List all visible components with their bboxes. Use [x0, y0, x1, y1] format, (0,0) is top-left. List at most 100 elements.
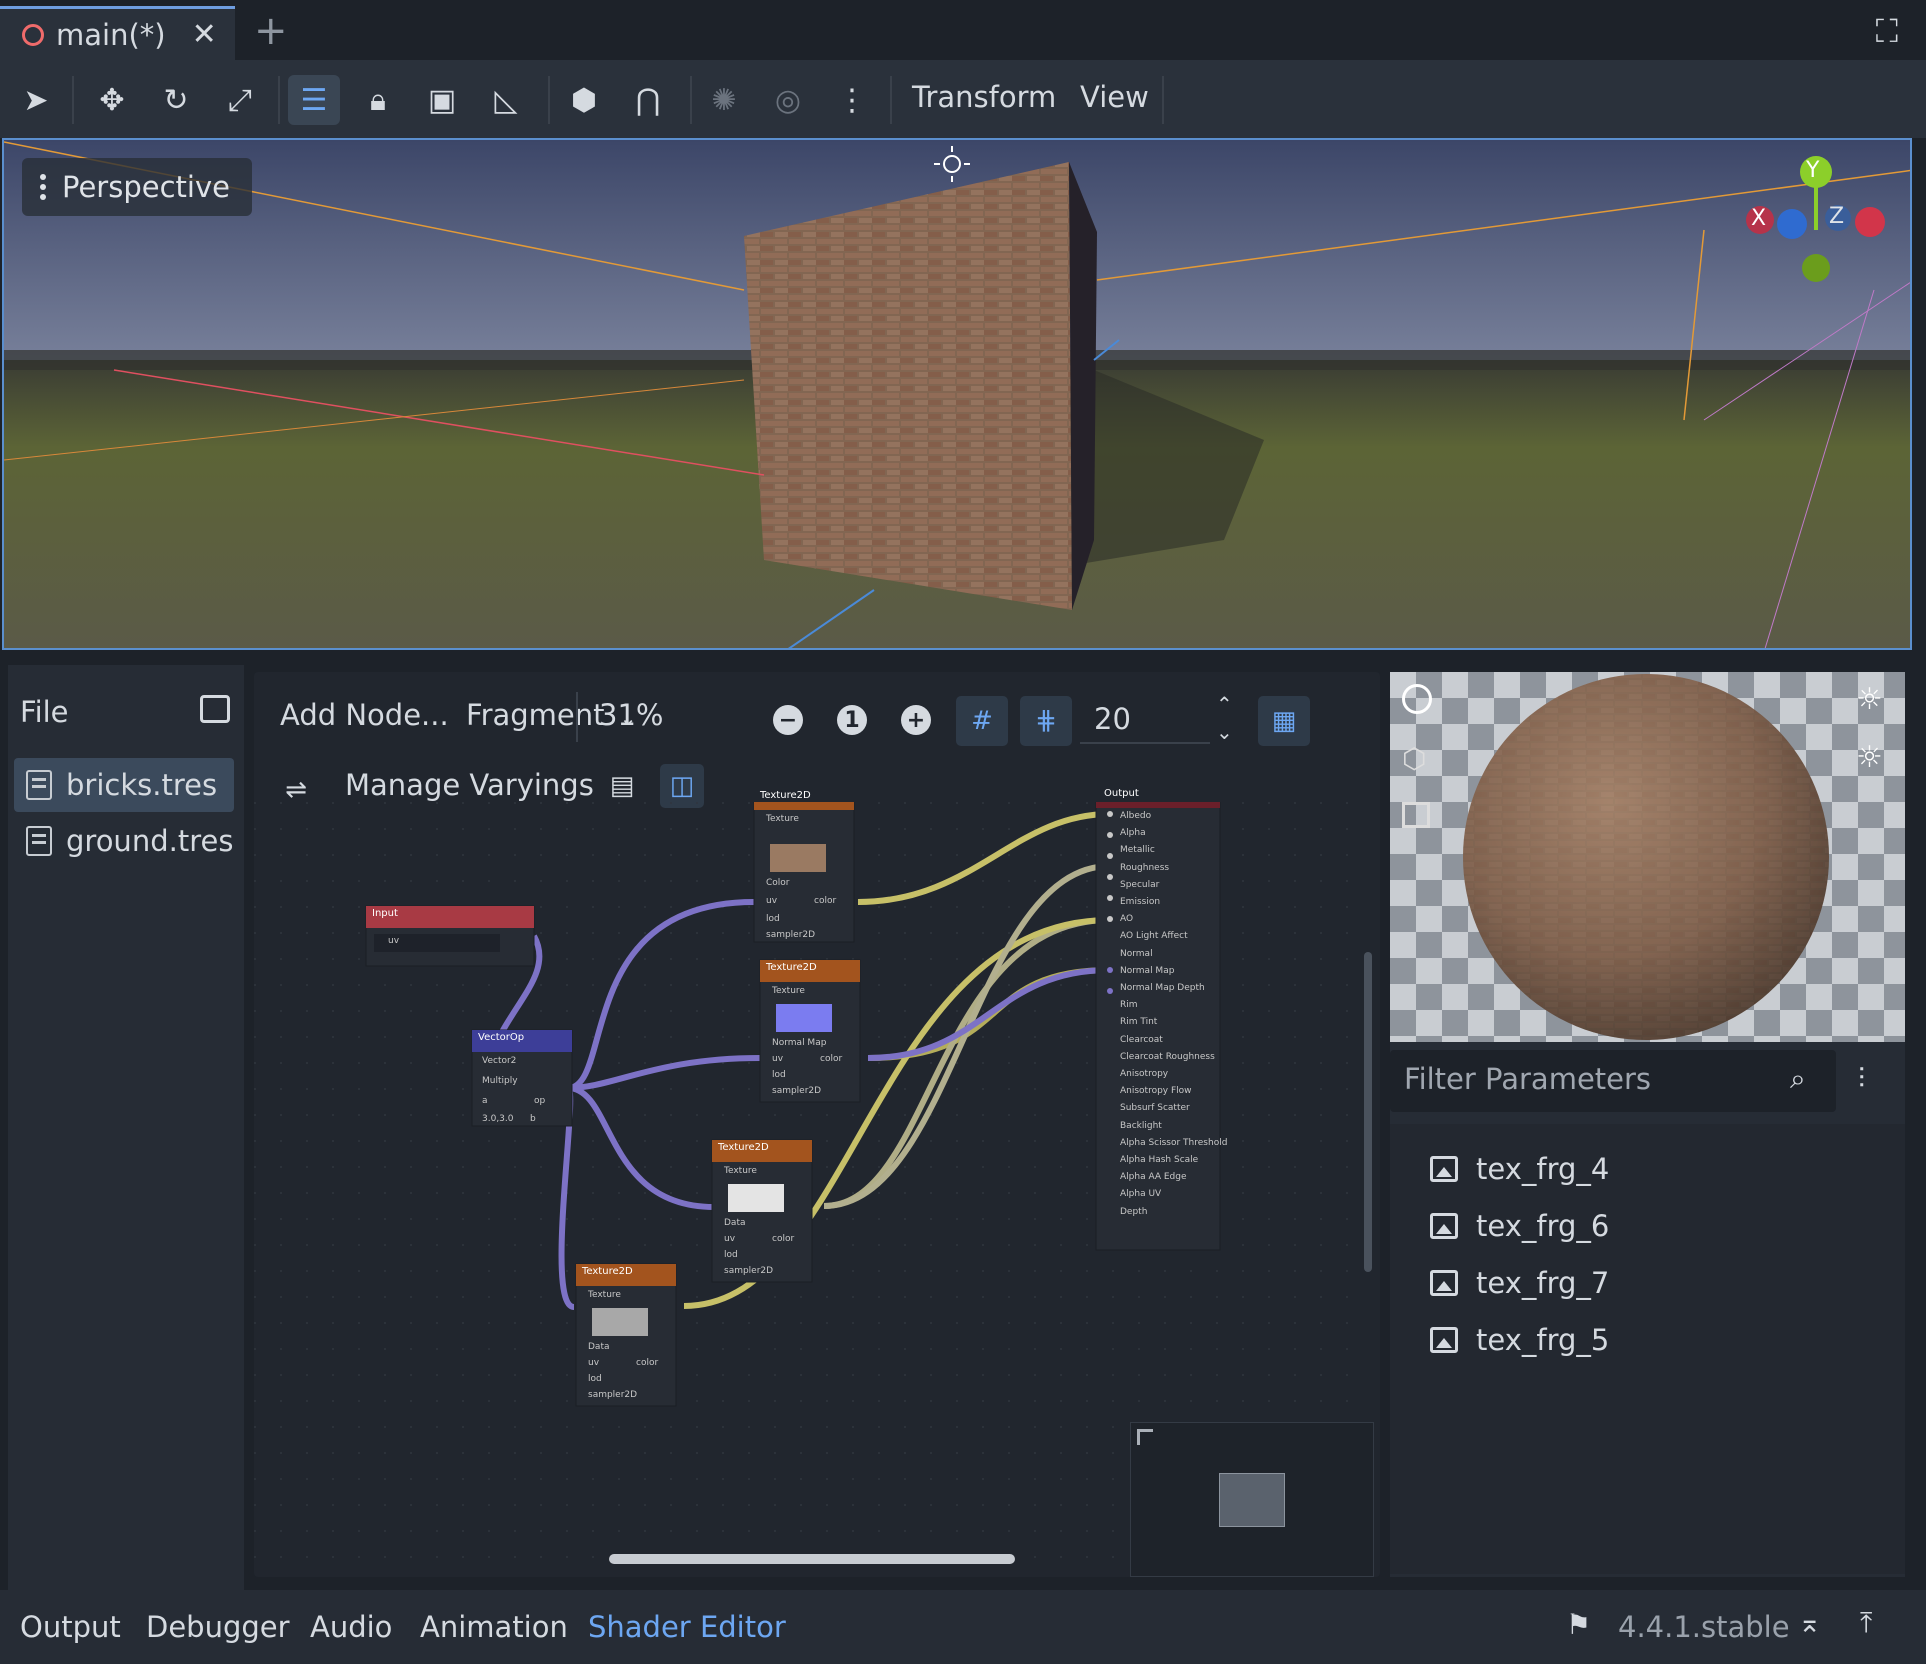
output-port[interactable]: Roughness: [1120, 860, 1227, 877]
output-port[interactable]: Clearcoat: [1120, 1032, 1227, 1049]
texture-port-sampler[interactable]: sampler2D: [588, 1390, 637, 1400]
output-port[interactable]: Subsurf Scatter: [1120, 1100, 1227, 1117]
texture-port-lod[interactable]: lod: [772, 1070, 786, 1080]
gizmo-x-label[interactable]: X: [1751, 206, 1766, 231]
output-port[interactable]: Anisotropy: [1120, 1066, 1227, 1083]
minimap-resize-icon[interactable]: [1137, 1429, 1153, 1445]
output-port[interactable]: Albedo: [1120, 808, 1227, 825]
output-port[interactable]: Emission: [1120, 894, 1227, 911]
graph-horizontal-scrollbar[interactable]: [609, 1554, 1015, 1564]
texture-port-sampler[interactable]: sampler2D: [772, 1086, 821, 1096]
box-preview-icon[interactable]: ⬡: [1402, 742, 1426, 775]
filter-options-icon[interactable]: ⫶: [1858, 1062, 1865, 1096]
output-port[interactable]: Backlight: [1120, 1118, 1227, 1135]
group-icon[interactable]: ▣: [416, 75, 468, 125]
view-menu[interactable]: View: [1080, 80, 1149, 114]
vectorop-port-a[interactable]: a: [482, 1096, 488, 1106]
output-port[interactable]: AO: [1120, 911, 1227, 928]
output-port[interactable]: Specular: [1120, 877, 1227, 894]
output-port[interactable]: Normal Map: [1120, 963, 1227, 980]
output-port[interactable]: Anisotropy Flow: [1120, 1083, 1227, 1100]
copy-icon[interactable]: [200, 695, 230, 723]
sun-icon[interactable]: ✺: [698, 75, 750, 125]
output-port[interactable]: Alpha: [1120, 825, 1227, 842]
spin-arrows-icon[interactable]: ⌃ ⌄: [1216, 690, 1233, 746]
input-port-uv[interactable]: uv: [388, 936, 399, 946]
light-one-icon[interactable]: ☼: [1856, 682, 1883, 717]
output-port[interactable]: AO Light Affect: [1120, 928, 1227, 945]
output-port[interactable]: Depth: [1120, 1204, 1227, 1221]
file-item-ground[interactable]: ground.tres: [14, 814, 234, 868]
texture-port-sampler[interactable]: sampler2D: [766, 930, 815, 940]
parameter-item[interactable]: tex_frg_4: [1430, 1144, 1609, 1194]
dock-tab-debugger[interactable]: Debugger: [146, 1610, 290, 1644]
texture-source[interactable]: Texture: [766, 814, 799, 824]
texture-type[interactable]: Data: [588, 1342, 610, 1352]
texture-port-uv[interactable]: uv: [588, 1358, 599, 1368]
snap-icon[interactable]: ⋂: [622, 75, 674, 125]
fullscreen-icon[interactable]: ⛶: [1876, 12, 1898, 51]
parameter-item[interactable]: tex_frg_5: [1430, 1315, 1609, 1365]
ruler-icon[interactable]: ◺: [480, 75, 532, 125]
snap-grid-icon[interactable]: ⋕: [1020, 696, 1072, 746]
pin-icon[interactable]: ⌅: [1798, 1606, 1821, 1639]
environment-icon[interactable]: ◎: [762, 75, 814, 125]
texture-port-lod[interactable]: lod: [766, 914, 780, 924]
texture-port-color[interactable]: color: [814, 896, 836, 906]
texture-source[interactable]: Texture: [588, 1290, 621, 1300]
texture-port-uv[interactable]: uv: [772, 1054, 783, 1064]
gizmo-y-label[interactable]: Y: [1806, 158, 1819, 183]
minimap-viewport[interactable]: [1219, 1473, 1285, 1527]
parameter-item[interactable]: tex_frg_6: [1430, 1201, 1609, 1251]
more-icon[interactable]: ⋮: [826, 75, 878, 125]
texture-source[interactable]: Texture: [724, 1166, 757, 1176]
output-port[interactable]: Rim Tint: [1120, 1014, 1227, 1031]
vectorop-type[interactable]: Vector2: [482, 1056, 516, 1066]
manage-varyings-button[interactable]: Manage Varyings: [345, 768, 594, 802]
texture-port-lod[interactable]: lod: [588, 1374, 602, 1384]
output-port[interactable]: Normal Map Depth: [1120, 980, 1227, 997]
select-icon[interactable]: ➤: [10, 75, 62, 125]
vectorop-b-value[interactable]: 3.0,3.0: [482, 1114, 514, 1124]
output-port[interactable]: Normal: [1120, 946, 1227, 963]
zoom-out-icon[interactable]: −: [766, 698, 810, 742]
vectorop-port-b[interactable]: b: [530, 1114, 536, 1124]
sphere-preview-icon[interactable]: [1402, 684, 1432, 714]
move-icon[interactable]: ✥: [86, 75, 138, 125]
scale-icon[interactable]: ⤢: [214, 75, 266, 125]
vectorop-operator[interactable]: Multiply: [482, 1076, 518, 1086]
file-menu[interactable]: File: [20, 695, 69, 729]
output-port[interactable]: Rim: [1120, 997, 1227, 1014]
texture-port-color[interactable]: color: [820, 1054, 842, 1064]
texture-type[interactable]: Normal Map: [772, 1038, 826, 1048]
file-item-bricks[interactable]: bricks.tres: [14, 758, 234, 812]
dock-tab-shader-editor[interactable]: Shader Editor: [588, 1610, 786, 1644]
parameter-item[interactable]: tex_frg_7: [1430, 1258, 1609, 1308]
filter-parameters-input[interactable]: Filter Parameters: [1390, 1050, 1836, 1112]
texture-port-sampler[interactable]: sampler2D: [724, 1266, 773, 1276]
texture-port-color[interactable]: color: [636, 1358, 658, 1368]
close-icon[interactable]: ✕: [192, 17, 217, 52]
output-port[interactable]: Alpha UV: [1120, 1186, 1227, 1203]
grid-toggle-icon[interactable]: #: [956, 696, 1008, 746]
add-tab-icon[interactable]: +: [254, 8, 288, 54]
add-node-button[interactable]: Add Node...: [280, 698, 449, 732]
graph-minimap[interactable]: [1130, 1422, 1374, 1577]
grid-step-spinbox[interactable]: 20: [1080, 696, 1210, 744]
output-port[interactable]: Alpha AA Edge: [1120, 1169, 1227, 1186]
vectorop-port-op[interactable]: op: [534, 1096, 545, 1106]
graph-vertical-scrollbar[interactable]: [1364, 952, 1372, 1272]
texture-port-lod[interactable]: lod: [724, 1250, 738, 1260]
local-space-icon[interactable]: ⬢: [558, 75, 610, 125]
output-port[interactable]: Alpha Hash Scale: [1120, 1152, 1227, 1169]
lock-icon[interactable]: 🔒︎: [352, 75, 404, 125]
zoom-reset-icon[interactable]: 1: [830, 698, 874, 742]
expand-panel-icon[interactable]: ⤒: [1860, 1606, 1872, 1640]
quad-preview-icon[interactable]: [1402, 802, 1430, 828]
output-port[interactable]: Alpha Scissor Threshold: [1120, 1135, 1227, 1152]
rotate-icon[interactable]: ↻: [150, 75, 202, 125]
texture-type[interactable]: Data: [724, 1218, 746, 1228]
texture-port-uv[interactable]: uv: [724, 1234, 735, 1244]
texture-type[interactable]: Color: [766, 878, 790, 888]
gizmo-z-label[interactable]: Z: [1829, 204, 1844, 229]
